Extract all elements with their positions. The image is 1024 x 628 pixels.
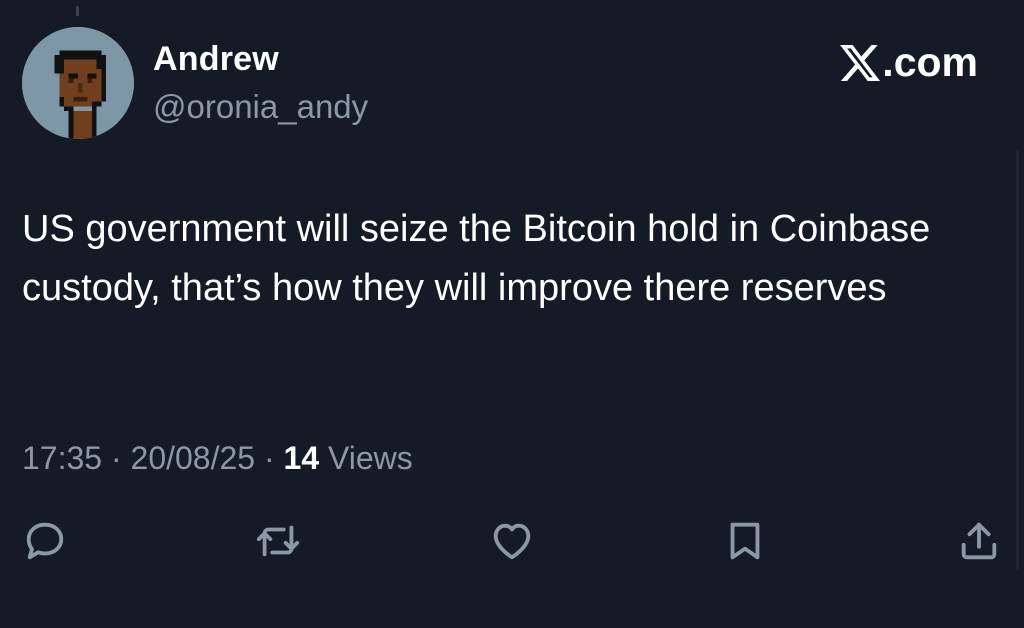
meta-separator: · bbox=[255, 440, 284, 476]
pixel-punk-avatar-icon bbox=[22, 27, 134, 139]
heart-icon bbox=[493, 523, 531, 560]
x-brand-watermark: .com bbox=[840, 39, 978, 86]
scrollbar[interactable] bbox=[1016, 150, 1019, 570]
retweet-button[interactable] bbox=[254, 517, 302, 565]
tweet-meta: 17:35 · 20/08/25 · 14 Views bbox=[22, 440, 413, 477]
tweet-action-bar bbox=[0, 517, 1024, 569]
reply-icon bbox=[26, 522, 64, 560]
share-icon bbox=[961, 522, 997, 560]
views-label: Views bbox=[319, 440, 413, 476]
brand-domain-text: .com bbox=[882, 39, 978, 85]
x-logo-icon bbox=[840, 44, 881, 81]
retweet-icon bbox=[256, 525, 300, 557]
tweet-time[interactable]: 17:35 bbox=[22, 440, 102, 476]
bookmark-icon bbox=[730, 522, 760, 560]
tweet-text: US government will seize the Bitcoin hol… bbox=[22, 208, 931, 309]
author-display-name[interactable]: Andrew bbox=[153, 40, 279, 79]
top-edge-mark bbox=[76, 6, 79, 16]
bookmark-button[interactable] bbox=[721, 517, 769, 565]
reply-button[interactable] bbox=[21, 517, 69, 565]
avatar[interactable] bbox=[22, 27, 134, 139]
meta-separator: · bbox=[102, 440, 131, 476]
like-button[interactable] bbox=[488, 517, 536, 565]
author-handle[interactable]: @oronia_andy bbox=[153, 88, 368, 126]
views-count: 14 bbox=[283, 440, 320, 476]
tweet-date[interactable]: 20/08/25 bbox=[131, 440, 256, 476]
share-button[interactable] bbox=[955, 517, 1003, 565]
